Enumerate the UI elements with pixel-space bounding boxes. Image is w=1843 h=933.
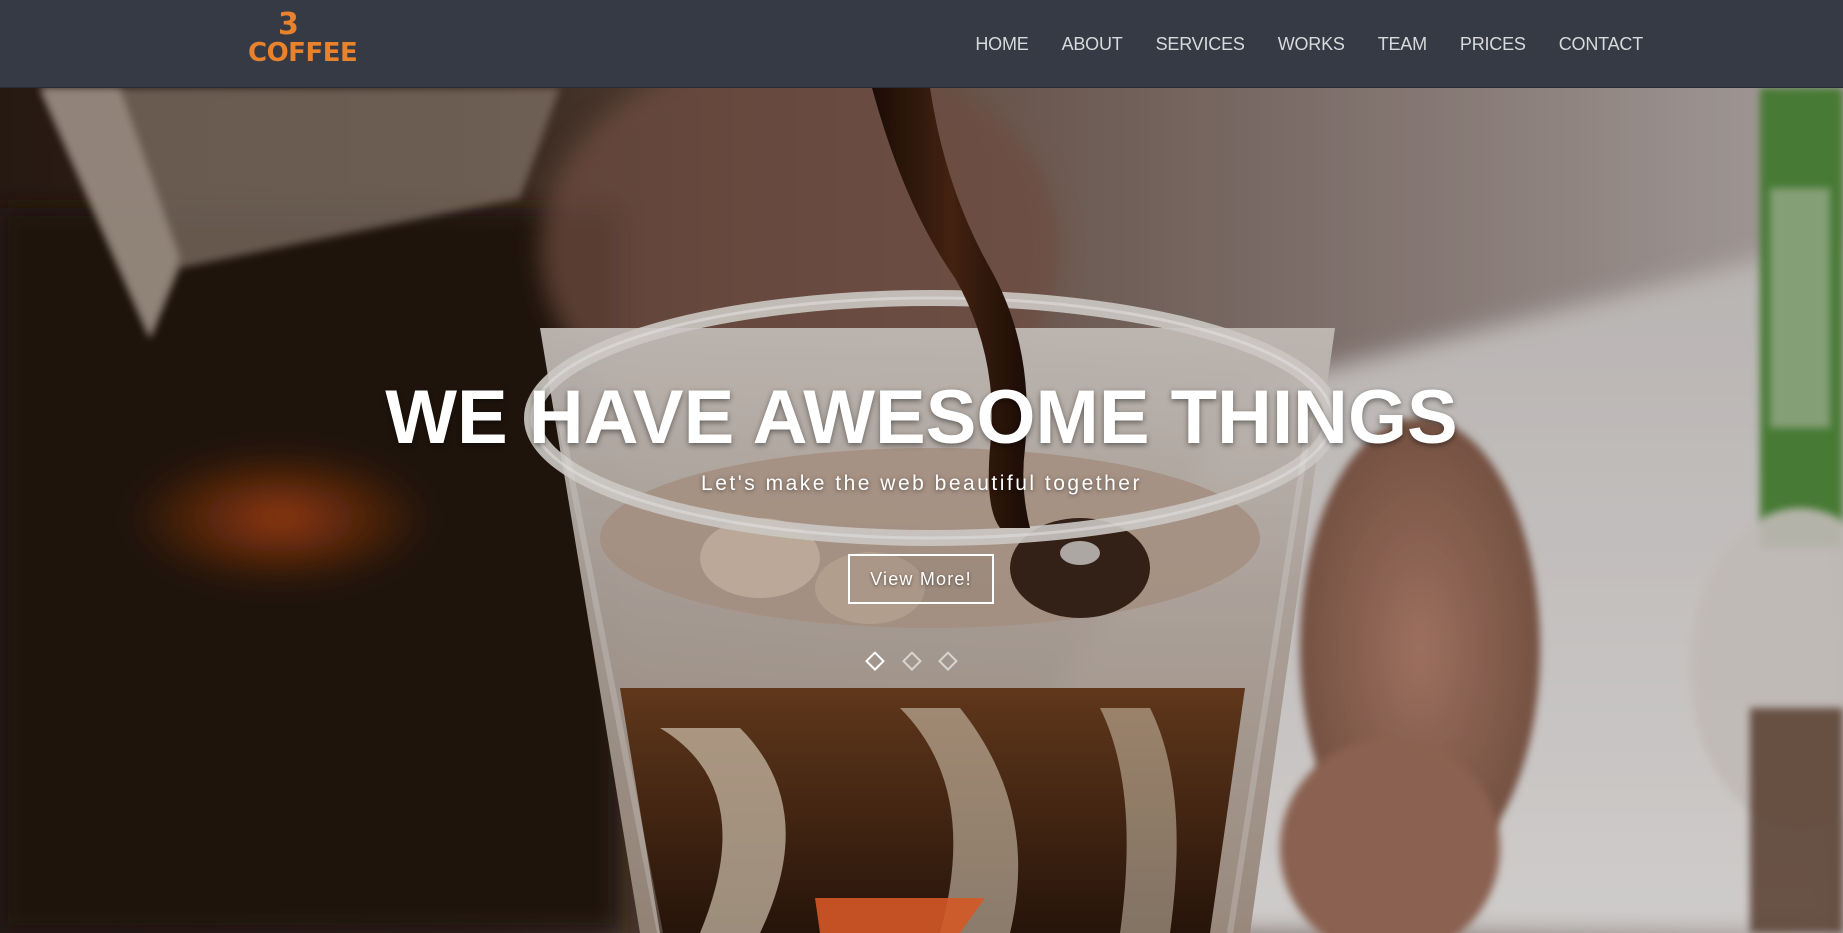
nav-item-works: WORKS: [1278, 34, 1345, 55]
navbar: 3 COFFEE HOME ABOUT SERVICES WORKS TEAM …: [0, 0, 1843, 88]
nav-link-about[interactable]: ABOUT: [1062, 34, 1123, 54]
nav-link-services[interactable]: SERVICES: [1156, 34, 1245, 54]
hero-subtitle: Let's make the web beautiful together: [701, 472, 1142, 495]
carousel-dot-3[interactable]: [938, 651, 958, 671]
hero-section: WE HAVE AWESOME THINGS Let's make the we…: [0, 88, 1843, 933]
nav-item-team: TEAM: [1378, 34, 1427, 55]
logo-numeral: 3: [278, 7, 299, 42]
logo-wordmark: COFFEE: [248, 38, 358, 68]
view-more-button[interactable]: View More!: [848, 554, 994, 604]
carousel-dot-1[interactable]: [865, 651, 885, 671]
page: 3 COFFEE HOME ABOUT SERVICES WORKS TEAM …: [0, 0, 1843, 933]
carousel-dot-2[interactable]: [901, 651, 922, 671]
nav-item-services: SERVICES: [1156, 34, 1245, 55]
carousel-indicators: [865, 648, 978, 674]
hero-overlay: [0, 88, 1843, 933]
nav-item-prices: PRICES: [1460, 34, 1526, 55]
main-nav: HOME ABOUT SERVICES WORKS TEAM PRICES CO…: [942, 0, 1643, 88]
nav-link-contact[interactable]: CONTACT: [1559, 34, 1643, 54]
nav-link-prices[interactable]: PRICES: [1460, 34, 1526, 54]
nav-link-works[interactable]: WORKS: [1278, 34, 1345, 54]
nav-item-contact: CONTACT: [1559, 34, 1643, 55]
hero-title: WE HAVE AWESOME THINGS: [385, 375, 1458, 460]
nav-link-home[interactable]: HOME: [975, 34, 1028, 54]
nav-link-team[interactable]: TEAM: [1378, 34, 1427, 54]
brand-logo[interactable]: 3 COFFEE: [246, 10, 376, 72]
nav-item-about: ABOUT: [1062, 34, 1123, 55]
nav-item-home: HOME: [975, 34, 1028, 55]
